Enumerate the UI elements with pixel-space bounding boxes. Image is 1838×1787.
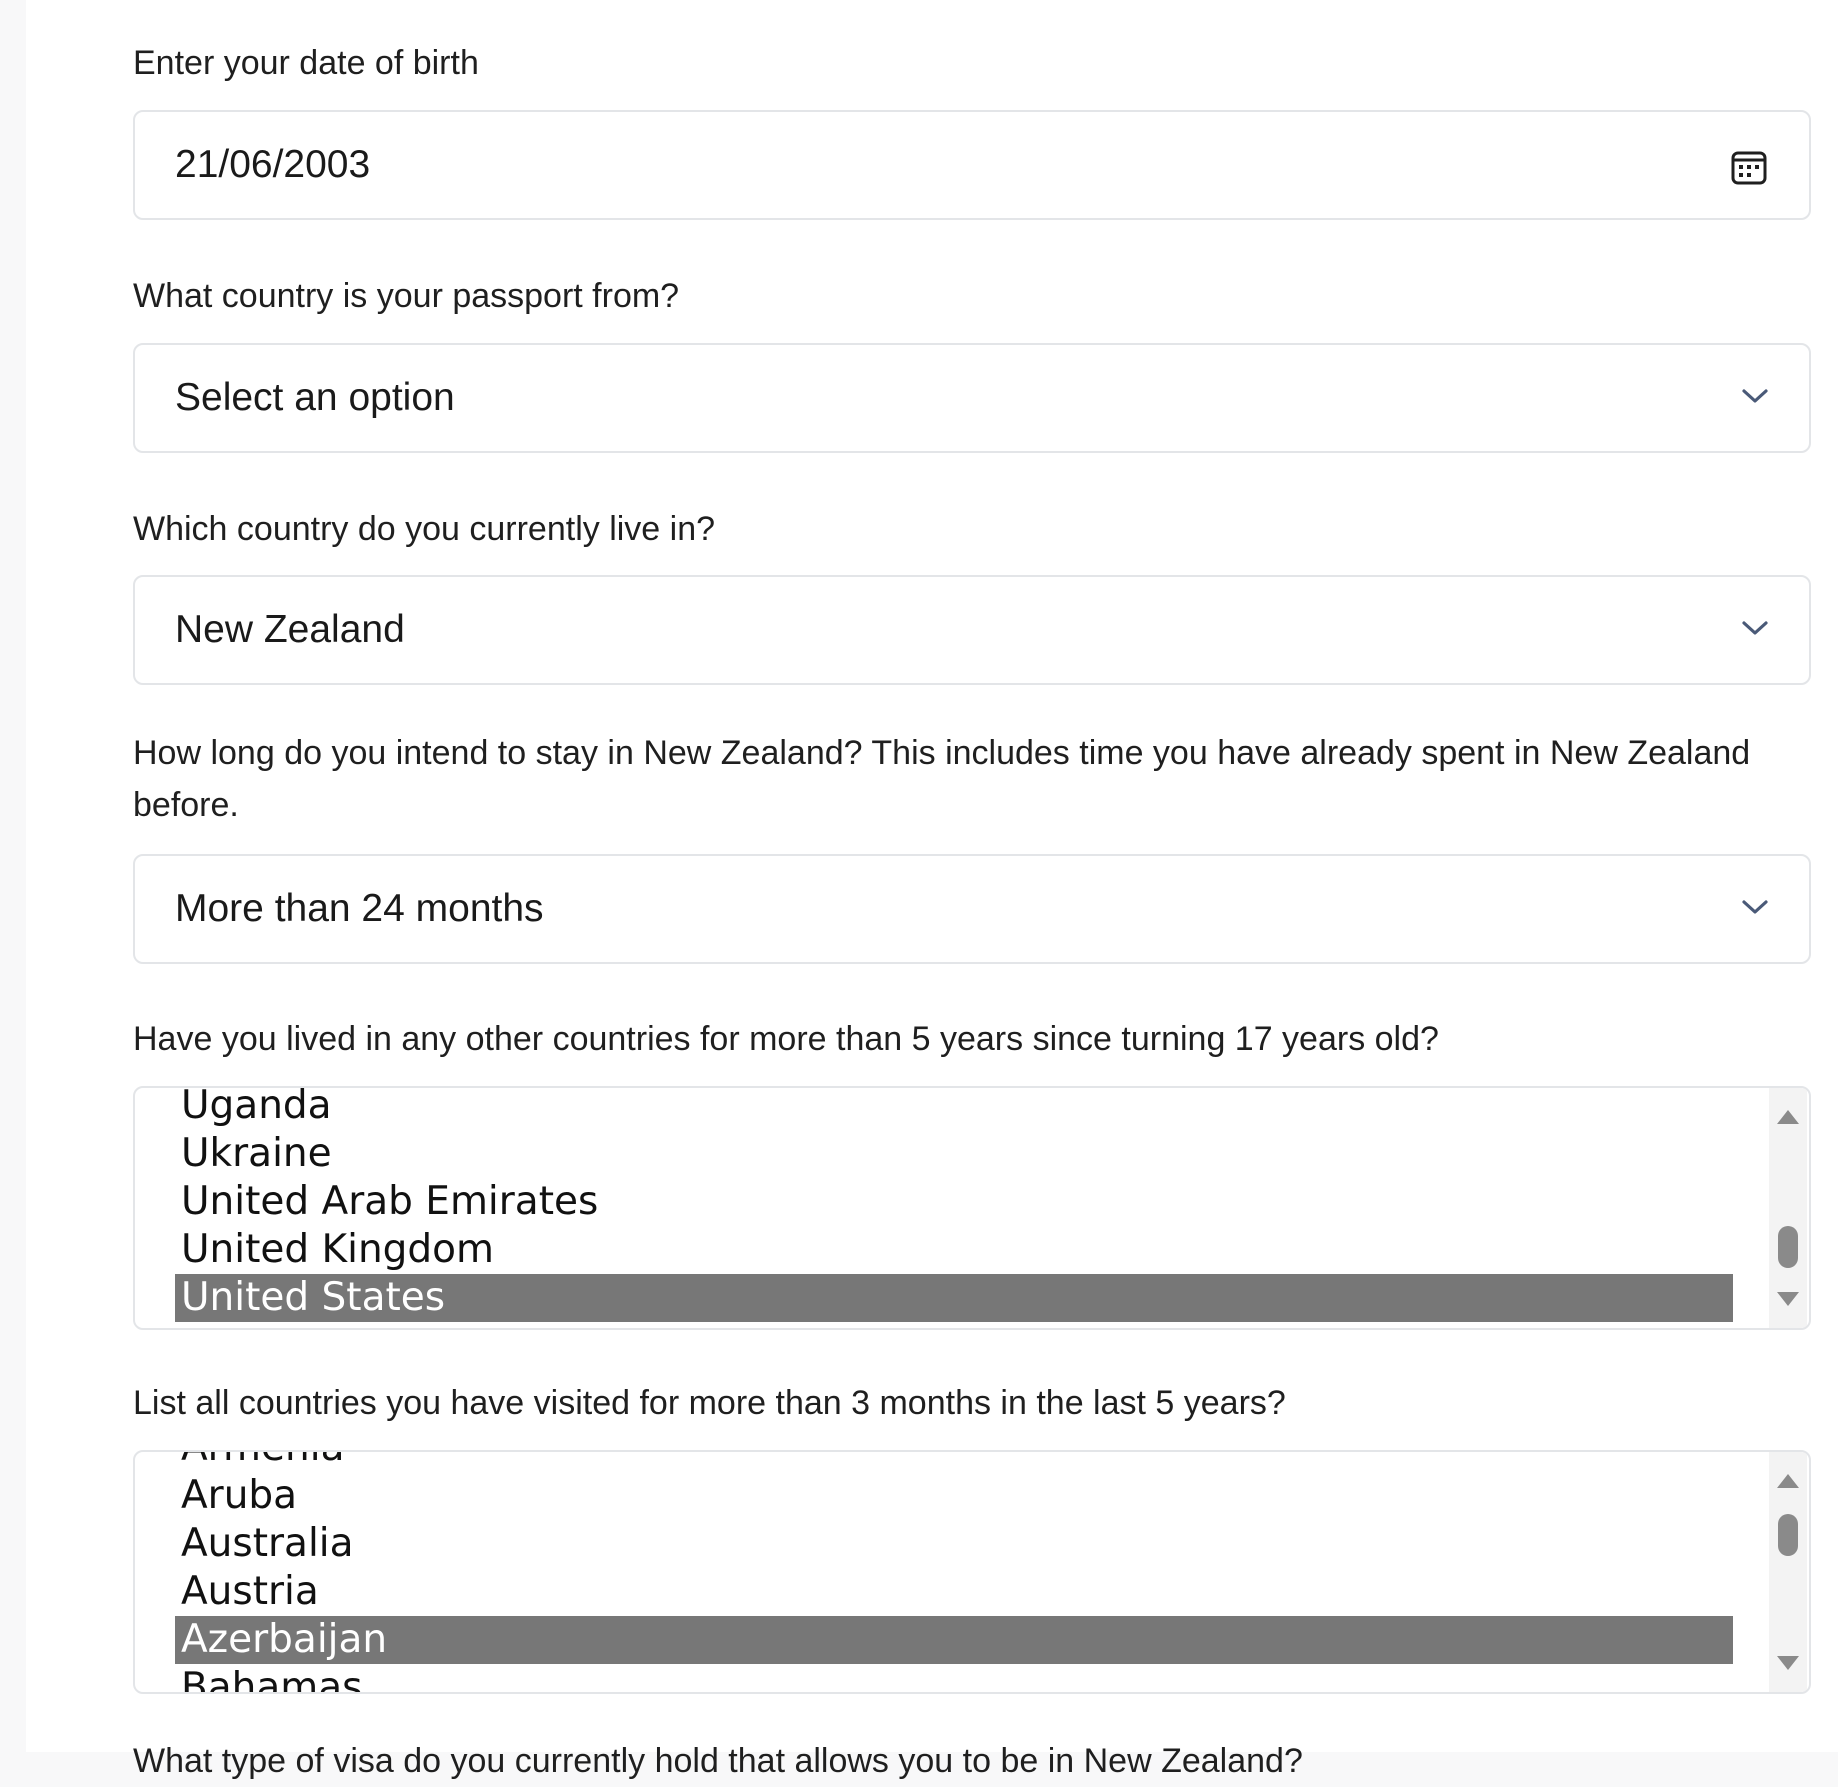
lived-countries-scrollbar[interactable] xyxy=(1769,1088,1807,1328)
scroll-down-icon[interactable] xyxy=(1777,1656,1799,1670)
scrollbar-thumb[interactable] xyxy=(1778,1514,1798,1556)
visited-countries-listbox[interactable]: ArmeniaArubaAustraliaAustriaAzerbaijanBa… xyxy=(133,1450,1811,1694)
lived-countries-label: Have you lived in any other countries fo… xyxy=(133,1020,1439,1058)
lived-countries-listbox[interactable]: Uganda Ukraine United Arab Emirates United … xyxy=(133,1086,1811,1330)
visited-countries-label: List all countries you have visited for … xyxy=(133,1384,1286,1422)
chevron-down-icon xyxy=(1741,897,1769,917)
next-question-label: What type of visa do you currently hold … xyxy=(133,1742,1303,1780)
list-option[interactable]: Azerbaijan xyxy=(175,1616,1733,1664)
residence-value: New Zealand xyxy=(175,608,405,651)
passport-select[interactable]: Select an option xyxy=(133,343,1811,453)
list-option[interactable]: Bahamas xyxy=(175,1664,1733,1692)
chevron-down-icon xyxy=(1741,618,1769,638)
residence-label: Which country do you currently live in? xyxy=(133,510,716,548)
stay-label: How long do you intend to stay in New Ze… xyxy=(133,734,1751,824)
scroll-up-icon[interactable] xyxy=(1777,1110,1799,1124)
list-option[interactable]: United Arab Emirates xyxy=(175,1178,1733,1226)
scroll-down-icon[interactable] xyxy=(1777,1292,1799,1306)
list-option[interactable]: Aruba xyxy=(175,1472,1733,1520)
passport-value: Select an option xyxy=(175,376,455,419)
form-card: Enter your date of birth 21/06/2003 What… xyxy=(26,0,1838,1780)
stay-select[interactable]: More than 24 months xyxy=(133,854,1811,964)
dob-field[interactable]: 21/06/2003 xyxy=(133,110,1811,220)
list-option[interactable]: Uganda xyxy=(175,1088,1733,1130)
scroll-up-icon[interactable] xyxy=(1777,1474,1799,1488)
list-option[interactable]: Austria xyxy=(175,1568,1733,1616)
visited-countries-options: ArmeniaArubaAustraliaAustriaAzerbaijanBa… xyxy=(175,1452,1733,1692)
list-option[interactable]: Armenia xyxy=(175,1452,1733,1472)
list-option[interactable]: Ukraine xyxy=(175,1130,1733,1178)
calendar-icon[interactable] xyxy=(1731,149,1767,185)
list-option[interactable]: United Kingdom xyxy=(175,1226,1733,1274)
list-option[interactable]: Australia xyxy=(175,1520,1733,1568)
dob-label: Enter your date of birth xyxy=(133,44,479,82)
chevron-down-icon xyxy=(1741,386,1769,406)
scrollbar-thumb[interactable] xyxy=(1778,1226,1798,1268)
residence-select[interactable]: New Zealand xyxy=(133,575,1811,685)
visited-countries-scrollbar[interactable] xyxy=(1769,1452,1807,1692)
dob-value: 21/06/2003 xyxy=(175,143,371,186)
stay-value: More than 24 months xyxy=(175,887,544,930)
passport-label: What country is your passport from? xyxy=(133,277,680,315)
list-option[interactable]: United States Minor Outlying Islands xyxy=(175,1322,1733,1328)
lived-countries-options: Uganda Ukraine United Arab Emirates United … xyxy=(175,1088,1733,1328)
list-option[interactable]: United States xyxy=(175,1274,1733,1322)
